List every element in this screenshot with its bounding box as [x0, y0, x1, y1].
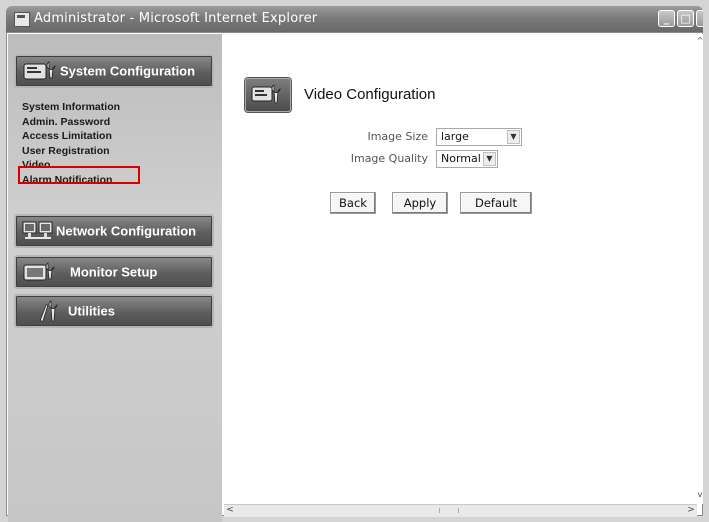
scroll-left-icon[interactable]: < — [224, 505, 236, 516]
image-quality-label: Image Quality — [350, 152, 428, 165]
system-configuration-button[interactable]: System Configuration — [14, 54, 214, 88]
image-size-row: Image Size — [334, 127, 428, 148]
browser-content: System Configuration System Information … — [6, 32, 703, 522]
monitor-setup-label: Monitor Setup — [70, 264, 158, 280]
back-button[interactable]: Back — [330, 192, 376, 214]
sidebar: System Configuration System Information … — [8, 34, 222, 522]
image-quality-select[interactable]: Normal ▼ — [436, 150, 498, 168]
browser-window: Administrator - Microsoft Internet Explo… — [0, 0, 709, 522]
ie-icon — [14, 12, 30, 27]
link-access-limitation[interactable]: Access Limitation — [22, 129, 120, 144]
network-configuration-label: Network Configuration — [56, 223, 197, 239]
system-configuration-label: System Configuration — [60, 63, 196, 79]
link-admin-password[interactable]: Admin. Password — [22, 115, 120, 130]
chevron-down-icon[interactable]: ▼ — [483, 152, 496, 166]
image-quality-row: Image Quality — [334, 149, 428, 170]
scroll-up-icon[interactable]: ^ — [696, 36, 704, 48]
vertical-scrollbar[interactable]: ^ v — [697, 34, 703, 504]
utilities-button[interactable]: Utilities — [14, 294, 214, 328]
horizontal-scrollbar[interactable]: < > — [224, 504, 697, 517]
page-title: Video Configuration — [304, 86, 436, 103]
monitor-wrench-icon — [23, 61, 56, 80]
scroll-right-icon[interactable]: > — [685, 505, 697, 516]
image-size-value: large — [441, 130, 469, 143]
selected-item-highlight — [18, 166, 140, 184]
video-config-icon — [245, 78, 291, 112]
network-computers-icon — [22, 221, 53, 239]
close-button[interactable] — [696, 10, 703, 27]
scroll-grip[interactable] — [439, 508, 459, 513]
utilities-label: Utilities — [68, 303, 115, 319]
tools-icon — [39, 300, 58, 322]
image-quality-value: Normal — [441, 152, 481, 165]
link-system-information[interactable]: System Information — [22, 100, 120, 115]
image-quality-field: Normal ▼ — [432, 149, 612, 170]
image-size-label: Image Size — [367, 130, 428, 143]
main-content: Video Configuration Image Size large ▼ I… — [224, 34, 697, 492]
title-bar: Administrator - Microsoft Internet Explo… — [6, 6, 703, 32]
network-configuration-button[interactable]: Network Configuration — [14, 214, 214, 248]
chevron-down-icon[interactable]: ▼ — [507, 130, 520, 144]
minimize-button[interactable]: _ — [658, 10, 675, 27]
image-size-select[interactable]: large ▼ — [436, 128, 522, 146]
monitor-wrench-icon — [23, 262, 55, 281]
apply-button[interactable]: Apply — [392, 192, 448, 214]
monitor-setup-button[interactable]: Monitor Setup — [14, 255, 214, 289]
default-button[interactable]: Default — [460, 192, 532, 214]
maximize-button[interactable]: □ — [677, 10, 694, 27]
link-user-registration[interactable]: User Registration — [22, 144, 120, 159]
scroll-down-icon[interactable]: v — [696, 490, 704, 502]
window-title: Administrator - Microsoft Internet Explo… — [34, 11, 318, 26]
image-size-field: large ▼ — [432, 127, 612, 148]
